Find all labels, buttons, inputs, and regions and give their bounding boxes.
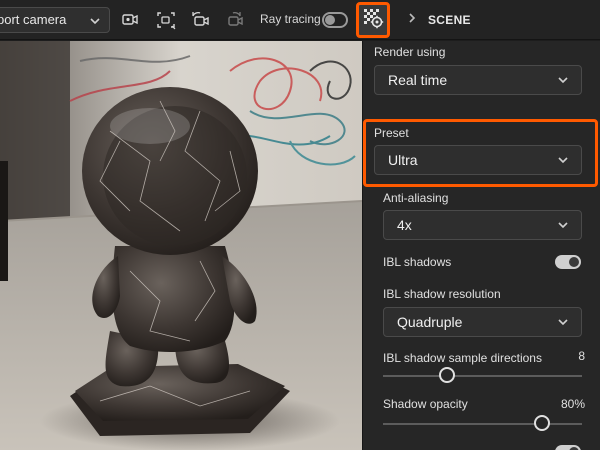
shadow-opacity-value: 80% <box>560 397 585 411</box>
chevron-down-icon <box>557 146 569 184</box>
shadow-opacity-label: Shadow opacity <box>383 397 468 411</box>
undo-camera-icon[interactable] <box>188 8 212 32</box>
ibl-shadows-toggle[interactable] <box>555 255 581 269</box>
chevron-down-icon <box>557 211 569 249</box>
preset-label: Preset <box>374 126 409 140</box>
shadow-opacity-track[interactable] <box>383 423 582 425</box>
breadcrumb-scene: SCENE <box>428 13 471 27</box>
chevron-down-icon <box>89 9 101 42</box>
ibl-shadow-sample-directions-thumb[interactable] <box>438 367 455 383</box>
ibl-shadow-sample-directions-label-wrap: IBL shadow sample directions <box>383 349 555 367</box>
camera-select[interactable]: port camera <box>0 7 110 33</box>
render-using-value: Real time <box>388 72 448 88</box>
anti-aliasing-dropdown[interactable]: 4x <box>383 210 582 240</box>
preset-dropdown[interactable]: Ultra <box>374 145 582 175</box>
ibl-shadow-sample-directions-label: IBL shadow sample directions <box>383 351 542 365</box>
toggle-knob <box>325 15 335 25</box>
ray-tracing-toggle[interactable] <box>322 12 348 28</box>
render-using-dropdown[interactable]: Real time <box>374 65 582 95</box>
preset-value: Ultra <box>388 152 418 168</box>
next-setting-toggle[interactable] <box>555 445 581 450</box>
render-settings-icon <box>362 7 384 34</box>
ibl-shadow-sample-directions-value: 8 <box>578 349 585 363</box>
ibl-shadows-label: IBL shadows <box>383 255 452 269</box>
camera-add-icon[interactable] <box>118 8 142 32</box>
redo-camera-icon[interactable] <box>222 8 246 32</box>
render-using-label: Render using <box>374 45 446 59</box>
chevron-down-icon <box>557 66 569 104</box>
ibl-shadow-resolution-label: IBL shadow resolution <box>383 287 501 301</box>
shadow-opacity-thumb[interactable] <box>534 415 551 431</box>
toolbar: port camera Ray tracing SCENE <box>0 0 600 40</box>
ibl-shadow-sample-directions-track[interactable] <box>383 375 582 377</box>
toggle-knob <box>569 257 579 267</box>
frame-camera-icon[interactable] <box>154 8 178 32</box>
chevron-right-icon <box>408 11 416 28</box>
chevron-down-icon <box>557 308 569 346</box>
ibl-shadow-resolution-value: Quadruple <box>397 314 463 330</box>
ibl-shadow-resolution-dropdown[interactable]: Quadruple <box>383 307 582 337</box>
ray-tracing-label: Ray tracing <box>260 12 321 26</box>
viewport-render <box>0 41 362 450</box>
render-settings-button[interactable] <box>356 2 390 38</box>
camera-select-value: port camera <box>0 12 67 27</box>
scene-settings-panel: Render using Real time Preset Ultra Anti… <box>362 41 600 450</box>
anti-aliasing-value: 4x <box>397 217 412 233</box>
3d-viewport[interactable] <box>0 41 362 450</box>
anti-aliasing-label: Anti-aliasing <box>383 191 449 205</box>
